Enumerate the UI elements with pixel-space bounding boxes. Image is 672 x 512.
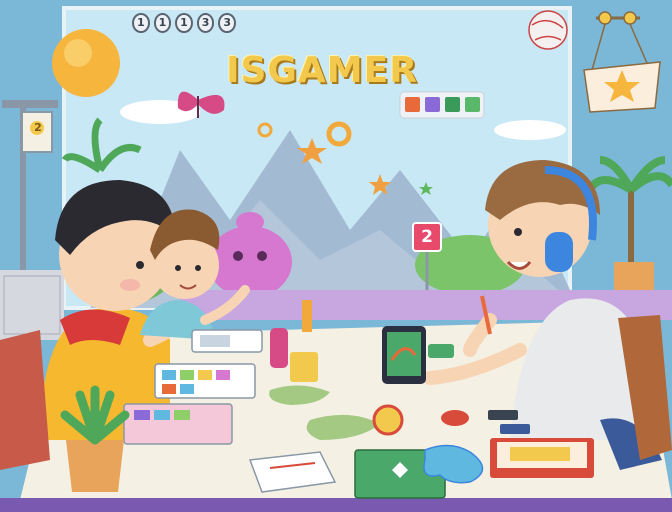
sun-icon	[52, 29, 120, 97]
floor-strip	[0, 498, 672, 512]
cup	[290, 352, 318, 382]
dot-1: 1	[132, 13, 150, 33]
dot-2: 1	[153, 13, 172, 33]
number-sign: 2	[412, 222, 442, 252]
dot-4: 3	[196, 13, 215, 33]
top-dots: 1 1 1 3 3	[132, 13, 236, 33]
remote	[488, 410, 518, 420]
game-card-2	[154, 363, 256, 399]
dot-5: 3	[218, 13, 236, 33]
marker	[270, 328, 288, 368]
tablet-icon	[382, 326, 426, 384]
game-card-1	[191, 329, 263, 353]
block-toy	[428, 344, 454, 358]
game-card-3	[123, 403, 233, 445]
remote-2	[500, 424, 530, 434]
button-toy	[441, 410, 469, 426]
dot-3: 1	[175, 13, 193, 33]
game-panel	[399, 91, 485, 119]
coin-toy	[372, 404, 404, 436]
post-badge: 2	[34, 121, 42, 134]
game-title: ISGAMER	[226, 50, 418, 91]
book-red	[490, 438, 594, 478]
figurine	[302, 300, 312, 332]
globe-icon	[528, 10, 568, 50]
